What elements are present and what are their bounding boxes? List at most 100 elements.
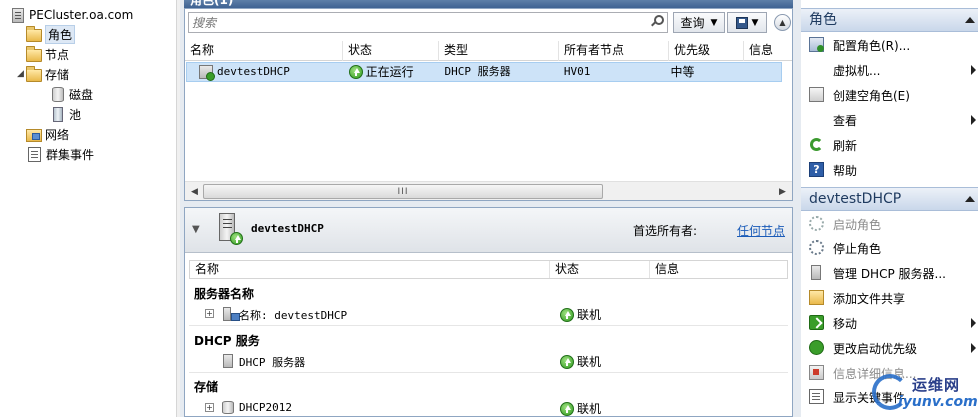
action-label: 更改启动优先级 xyxy=(833,342,918,356)
detail-row-disk[interactable]: + DHCP2012 联机 xyxy=(189,398,788,417)
watermark-text-cn: 运维网 xyxy=(912,376,961,394)
disk-icon xyxy=(52,86,64,102)
help-icon: ? xyxy=(809,162,824,177)
detail-row-name[interactable]: + 名称: devtestDHCP 联机 xyxy=(189,304,788,326)
preferred-owner-label: 首选所有者: xyxy=(633,224,698,238)
tree-item-label: 角色 xyxy=(45,24,76,44)
action-refresh[interactable]: 刷新 xyxy=(801,133,978,157)
row-status: 正在运行 xyxy=(365,65,414,79)
section-title: 角色 xyxy=(809,12,837,28)
search-icon[interactable] xyxy=(650,15,664,27)
col-header-info[interactable]: 信息 xyxy=(650,261,787,278)
table-row[interactable]: devtestDHCP 正在运行 DHCP 服务器 HV01 中等 xyxy=(186,62,782,82)
section-title: devtestDHCP xyxy=(809,191,902,207)
online-status-icon xyxy=(560,307,574,322)
tree-root-cluster[interactable]: PECluster.oa.com xyxy=(10,6,133,24)
scroll-right-icon[interactable]: ▶ xyxy=(775,184,790,199)
collapse-section-icon[interactable] xyxy=(965,196,975,202)
collapse-panel-button[interactable]: ▲ xyxy=(774,14,791,31)
detail-row-status: 联机 xyxy=(560,306,601,323)
submenu-arrow-icon xyxy=(971,343,976,353)
tree-item-label: 存储 xyxy=(45,67,70,82)
tree-item-disks[interactable]: 磁盘 xyxy=(50,85,93,103)
critical-events-icon xyxy=(809,389,824,404)
detail-row-status: 联机 xyxy=(560,353,601,370)
action-label: 虚拟机... xyxy=(833,64,881,78)
save-query-button[interactable]: ▼ xyxy=(727,12,767,33)
tree-item-nodes[interactable]: 节点 xyxy=(26,45,69,63)
action-move[interactable]: 移动 xyxy=(801,311,978,335)
horizontal-scrollbar[interactable]: ◀ III ▶ xyxy=(185,181,792,200)
details-header: ▼ devtestDHCP 首选所有者: 任何节点 xyxy=(185,208,792,253)
submenu-arrow-icon xyxy=(971,65,976,75)
watermark-text-en: iyunv.com xyxy=(898,394,978,410)
collapse-section-icon[interactable] xyxy=(965,17,975,23)
action-stop-role[interactable]: 停止角色 xyxy=(801,236,978,260)
row-owner: HV01 xyxy=(563,65,591,78)
tree-item-roles[interactable]: 角色 xyxy=(26,24,76,44)
chevron-up-icon: ▲ xyxy=(779,18,786,27)
action-manage-dhcp[interactable]: 管理 DHCP 服务器... xyxy=(801,261,978,285)
search-input[interactable] xyxy=(188,12,668,33)
scrollbar-thumb[interactable]: III xyxy=(203,184,603,199)
action-view[interactable]: 查看 xyxy=(801,108,978,132)
action-configure-role[interactable]: 配置角色(R)... xyxy=(801,33,978,57)
detail-row-label: DHCP 服务器 xyxy=(239,356,306,369)
stop-role-icon xyxy=(809,240,824,255)
action-add-file-share[interactable]: 添加文件共享 xyxy=(801,286,978,310)
tree-item-storage[interactable]: 存储 xyxy=(26,65,69,83)
actions-section-role-item[interactable]: devtestDHCP xyxy=(801,187,978,211)
scroll-left-icon[interactable]: ◀ xyxy=(187,184,202,199)
priority-icon xyxy=(809,340,824,355)
col-header-name[interactable]: 名称 xyxy=(185,41,343,61)
col-header-owner-node[interactable]: 所有者节点 xyxy=(559,41,669,61)
tree-item-label: 群集事件 xyxy=(46,147,95,162)
row-info-cell xyxy=(734,63,781,81)
detail-row-label: 名称: devtestDHCP xyxy=(239,309,348,322)
tree-item-label: 池 xyxy=(69,107,82,122)
action-help[interactable]: ? 帮助 xyxy=(801,158,978,182)
action-virtual-machines[interactable]: 虚拟机... xyxy=(801,58,978,82)
detail-row-dhcp[interactable]: DHCP 服务器 联机 xyxy=(189,351,788,373)
configure-role-icon xyxy=(809,37,824,52)
actions-section-roles[interactable]: 角色 xyxy=(801,8,978,32)
expand-caret-icon[interactable]: ◢ xyxy=(17,69,24,79)
tree-item-pools[interactable]: 池 xyxy=(50,105,81,123)
row-type-cell: DHCP 服务器 xyxy=(435,63,552,81)
collapse-details-icon[interactable]: ▼ xyxy=(192,224,200,235)
details-title: devtestDHCP xyxy=(251,222,324,235)
running-status-icon xyxy=(230,232,243,245)
events-icon xyxy=(28,146,41,162)
row-name: devtestDHCP xyxy=(217,65,290,78)
tree-item-label: 网络 xyxy=(45,127,70,142)
navigation-tree: PECluster.oa.com 角色 节点 ◢ 存储 磁盘 池 网络 群集事件 xyxy=(0,0,176,417)
query-button[interactable]: 查询 ▼ xyxy=(673,12,725,33)
col-header-status[interactable]: 状态 xyxy=(343,41,439,61)
center-pane: 角色(1) 查询 ▼ ▼ ▲ 名称 状态 类型 所有者节点 优先级 信息 xyxy=(180,0,797,417)
detail-status-text: 联机 xyxy=(577,308,602,322)
col-header-name[interactable]: 名称 xyxy=(190,261,550,278)
col-header-info[interactable]: 信息 xyxy=(744,41,792,61)
network-icon xyxy=(26,128,42,142)
information-details-icon xyxy=(809,365,824,380)
preferred-owner-link[interactable]: 任何节点 xyxy=(737,222,785,239)
roles-grid-header: 名称 状态 类型 所有者节点 优先级 信息 xyxy=(185,41,792,61)
expand-icon[interactable]: + xyxy=(205,403,214,412)
col-header-type[interactable]: 类型 xyxy=(439,41,559,61)
detail-status-text: 联机 xyxy=(577,402,602,416)
col-header-priority[interactable]: 优先级 xyxy=(669,41,744,61)
action-label: 添加文件共享 xyxy=(833,292,906,306)
chevron-down-icon: ▼ xyxy=(710,17,718,28)
network-name-icon xyxy=(223,307,240,321)
action-label: 启动角色 xyxy=(833,218,882,232)
action-label: 移动 xyxy=(833,317,858,331)
row-status-cell: 正在运行 xyxy=(342,63,436,81)
tree-item-networks[interactable]: 网络 xyxy=(26,125,69,143)
row-priority-cell: 中等 xyxy=(661,63,734,81)
action-start-role[interactable]: 启动角色 xyxy=(801,212,978,236)
expand-icon[interactable]: + xyxy=(205,309,214,318)
col-header-status[interactable]: 状态 xyxy=(550,261,650,278)
tree-item-cluster-events[interactable]: 群集事件 xyxy=(26,145,94,163)
action-change-priority[interactable]: 更改启动优先级 xyxy=(801,336,978,360)
action-create-empty-role[interactable]: 创建空角色(E) xyxy=(801,83,978,107)
